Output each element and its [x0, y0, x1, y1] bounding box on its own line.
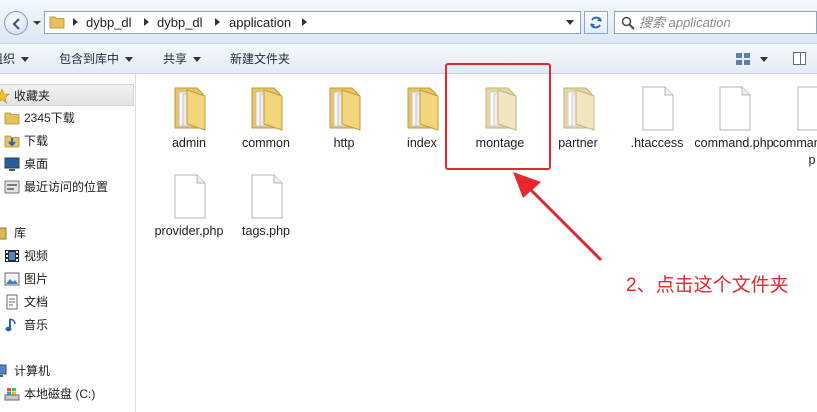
sidebar-item-documents[interactable]: 文档: [0, 291, 134, 313]
breadcrumb-application[interactable]: application: [229, 12, 291, 33]
chevron-down-icon: [125, 57, 134, 63]
sidebar-item-computer[interactable]: 计算机: [0, 360, 134, 382]
item-name: .htaccess: [630, 136, 684, 150]
file-icon: [642, 86, 674, 131]
file-icon: [174, 174, 206, 219]
sidebar-item-label: 计算机: [14, 364, 51, 378]
sidebar-item-desktop[interactable]: 桌面: [0, 153, 134, 175]
folder-icon: [407, 87, 439, 131]
command-bar: 组织 包含到库中 共享 新建文件夹: [0, 44, 817, 74]
sidebar-item-label: 文档: [24, 295, 49, 309]
sidebar-item-label: 图片: [24, 272, 49, 286]
computer-icon: [0, 364, 7, 377]
sidebar-item-downloads[interactable]: 下载: [0, 130, 134, 152]
sidebar-item-label: 视频: [24, 249, 49, 263]
include-in-library-label: 包含到库中: [59, 52, 120, 66]
organize-label: 组织: [0, 52, 16, 66]
breadcrumb-separator-icon[interactable]: [215, 18, 220, 26]
windows-drive-icon: [4, 388, 20, 401]
annotation-highlight-box: [445, 63, 551, 170]
folder-icon: [563, 87, 595, 131]
preview-pane-icon[interactable]: [793, 52, 806, 65]
sidebar-item-local-disk[interactable]: 本地磁盘 (C:): [0, 383, 134, 405]
history-dropdown-icon[interactable]: [32, 16, 42, 30]
search-input[interactable]: 搜索 application: [614, 11, 817, 34]
sidebar-item-pictures[interactable]: 图片: [0, 268, 134, 290]
item-name: command.php: [694, 136, 774, 150]
back-arrow-icon: [12, 18, 20, 30]
back-button[interactable]: [4, 11, 28, 35]
item-name: admin: [171, 136, 207, 150]
share-label: 共享: [163, 52, 188, 66]
include-in-library-menu[interactable]: 包含到库中: [59, 44, 134, 74]
item-name: provider.php: [154, 224, 224, 238]
sidebar-item-libraries[interactable]: 库: [0, 222, 134, 244]
sidebar-item-label: 下载: [24, 134, 49, 148]
annotation-arrow-icon: [513, 172, 603, 262]
sidebar-item-recent-places[interactable]: 最近访问的位置: [0, 176, 134, 198]
star-icon: [0, 88, 10, 104]
item-name: http: [333, 136, 355, 150]
file-icon: [797, 86, 817, 131]
sidebar-item-label: 2345下载: [24, 111, 75, 125]
video-icon: [5, 250, 19, 262]
sidebar-item-2345-downloads[interactable]: 2345下载: [0, 107, 134, 129]
sidebar-item-label: 本地磁盘 (C:): [24, 387, 96, 401]
navigation-pane: 收藏夹 2345下载 下载 桌面 最近访问的位置 库 视频 图片 文档 音乐 计…: [0, 74, 136, 412]
sidebar-item-label: 库: [14, 226, 27, 240]
search-placeholder: 搜索 application: [639, 15, 731, 30]
folder-icon: [251, 87, 283, 131]
change-view-icon[interactable]: [735, 52, 751, 66]
library-icon: [0, 227, 7, 240]
breadcrumb-dybp-dl-2[interactable]: dybp_dl: [157, 12, 203, 33]
organize-menu[interactable]: 组织: [0, 44, 30, 74]
address-dropdown-icon[interactable]: [566, 20, 574, 25]
address-row: dybp_dl dybp_dl application 搜索 applicati…: [0, 0, 817, 44]
download-folder-icon: [4, 135, 20, 148]
chevron-down-icon: [193, 57, 202, 63]
sidebar-item-videos[interactable]: 视频: [0, 245, 134, 267]
new-folder-label: 新建文件夹: [230, 52, 291, 66]
share-menu[interactable]: 共享: [163, 44, 202, 74]
breadcrumb-dybp-dl-1[interactable]: dybp_dl: [86, 12, 132, 33]
picture-icon: [4, 272, 20, 286]
annotation-text: 2、点击这个文件夹: [626, 275, 789, 296]
folder-small-icon: [49, 16, 65, 29]
music-note-icon: [5, 318, 16, 332]
recent-places-icon: [4, 180, 20, 194]
breadcrumb-separator-icon[interactable]: [73, 18, 78, 26]
sidebar-item-label: 最近访问的位置: [24, 180, 109, 194]
refresh-icon: [590, 16, 602, 29]
address-bar[interactable]: dybp_dl dybp_dl application: [44, 11, 581, 34]
view-options-chevron-icon[interactable]: [760, 57, 768, 62]
folder-icon: [4, 112, 20, 125]
item-name: common: [242, 136, 290, 150]
item-name: commands.php: [772, 136, 817, 167]
breadcrumb-separator-icon[interactable]: [144, 18, 149, 26]
sidebar-item-music[interactable]: 音乐: [0, 314, 134, 336]
chevron-down-icon: [21, 57, 30, 63]
sidebar-item-label: 音乐: [24, 318, 49, 332]
sidebar-item-label: 收藏夹: [14, 89, 51, 103]
file-icon: [251, 174, 283, 219]
sidebar-item-favorites[interactable]: 收藏夹: [0, 84, 134, 106]
search-icon: [621, 16, 635, 30]
breadcrumb-separator-icon[interactable]: [302, 18, 307, 26]
file-icon: [719, 86, 751, 131]
document-icon: [6, 294, 18, 310]
folder-icon: [329, 87, 361, 131]
desktop-icon: [4, 157, 20, 171]
folder-icon: [174, 87, 206, 131]
refresh-button[interactable]: [584, 11, 608, 34]
new-folder-button[interactable]: 新建文件夹: [230, 44, 290, 74]
sidebar-item-label: 桌面: [24, 157, 49, 171]
item-name: tags.php: [242, 224, 290, 238]
